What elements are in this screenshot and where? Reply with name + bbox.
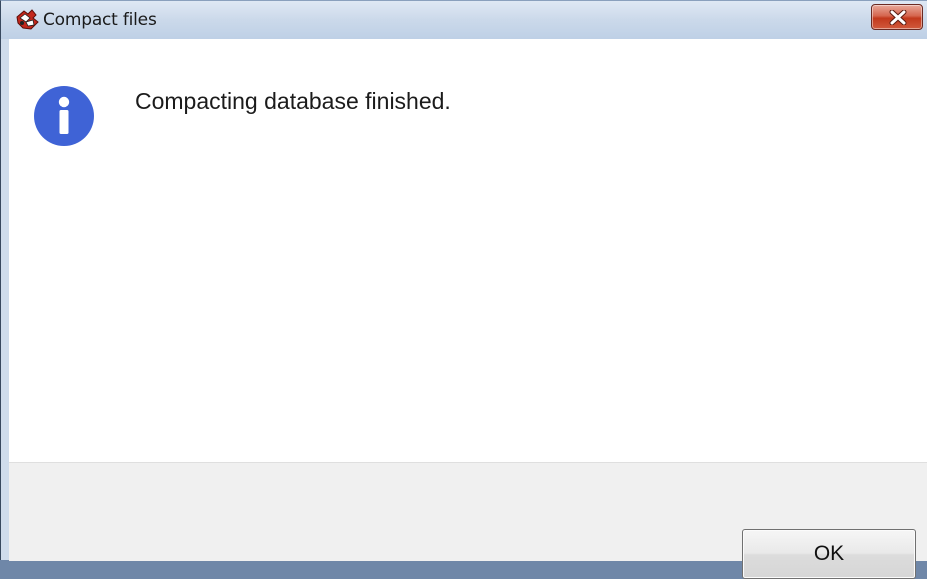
dialog-body: Compacting database finished. OK bbox=[9, 39, 927, 579]
close-icon bbox=[889, 10, 907, 25]
app-logo-icon bbox=[16, 9, 39, 30]
message-area: Compacting database finished. bbox=[9, 39, 927, 462]
button-bar: OK bbox=[9, 462, 927, 579]
dialog-message: Compacting database finished. bbox=[135, 88, 451, 114]
ok-button[interactable]: OK bbox=[742, 529, 916, 579]
title-bar[interactable]: Compact files bbox=[1, 1, 927, 39]
message-dialog-window: Compact files Compacting database finish… bbox=[0, 0, 927, 579]
info-icon bbox=[34, 86, 94, 146]
close-button[interactable] bbox=[871, 4, 923, 30]
window-title: Compact files bbox=[43, 10, 157, 30]
